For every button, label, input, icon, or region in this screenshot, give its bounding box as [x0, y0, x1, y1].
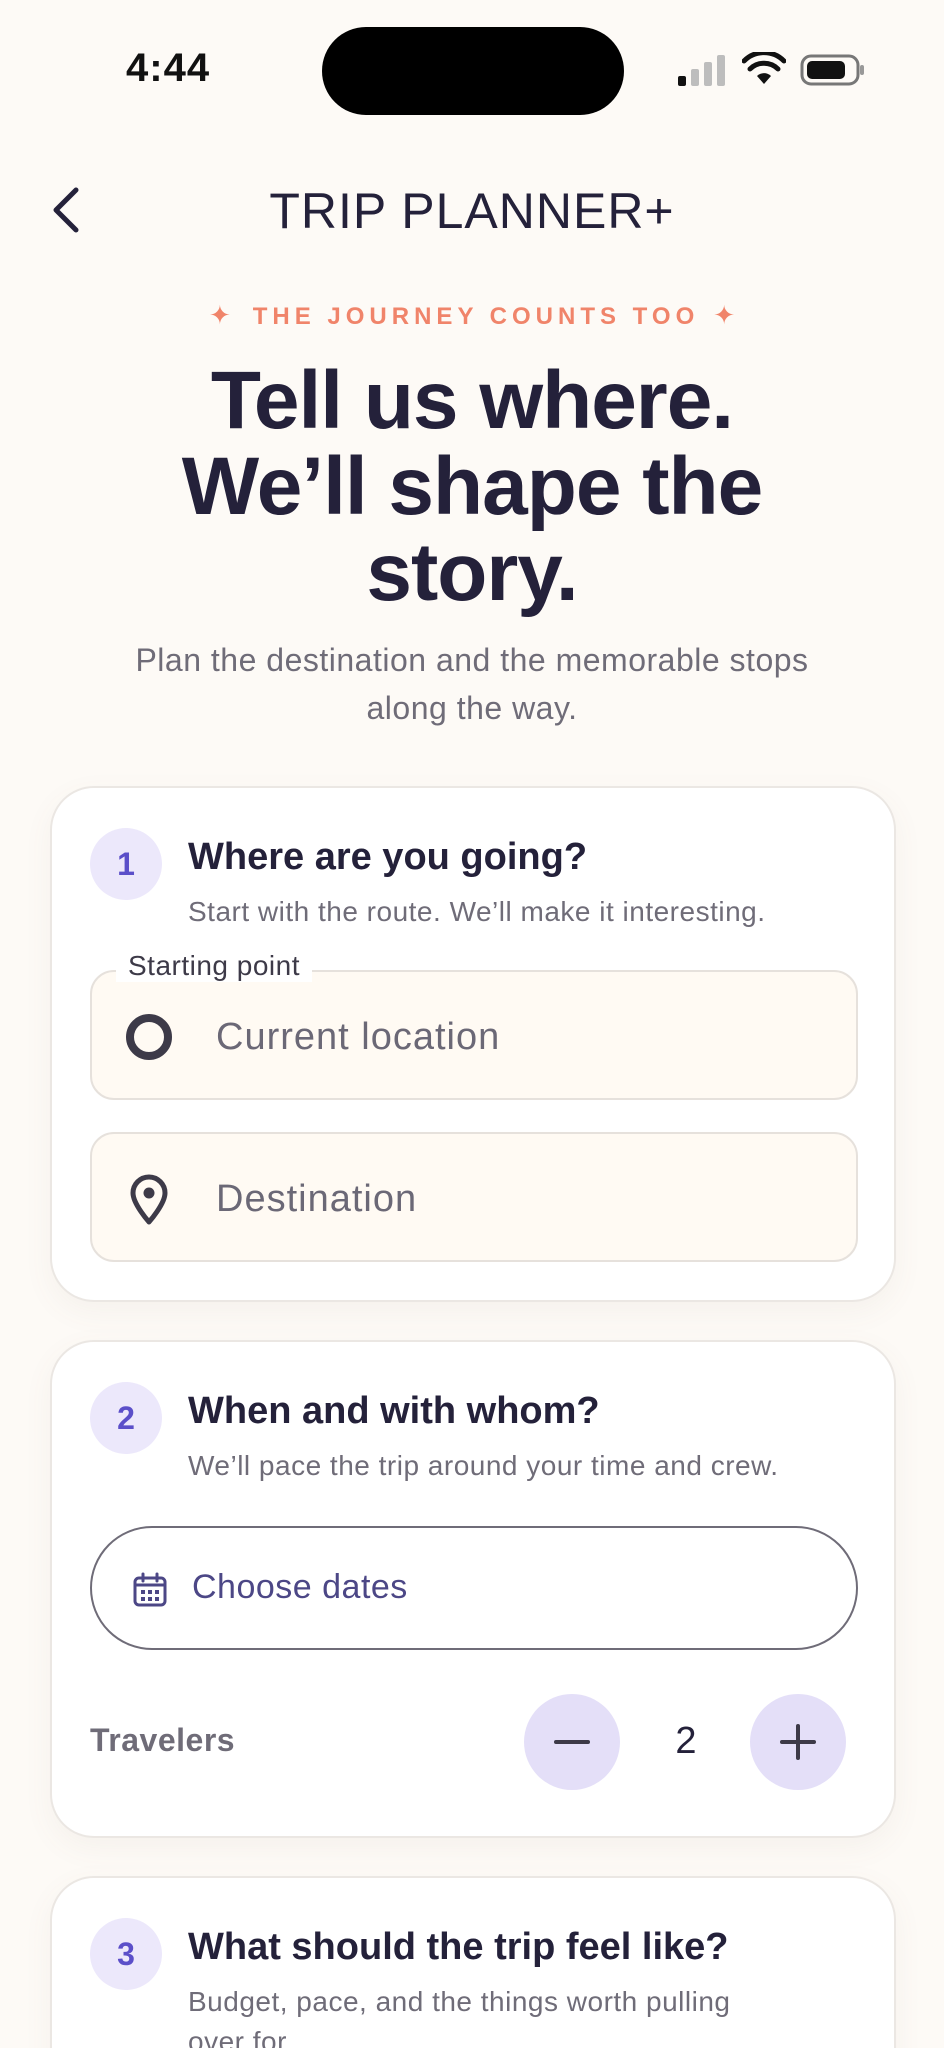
dynamic-island — [322, 27, 624, 115]
step-subtitle-line: over for. — [188, 2026, 294, 2048]
increment-travelers-button[interactable] — [750, 1694, 846, 1790]
choose-dates-button[interactable]: Choose dates — [90, 1526, 858, 1650]
minus-icon — [554, 1740, 590, 1744]
step-card-route: 1 Where are you going? Start with the ro… — [50, 786, 896, 1302]
travelers-count: 2 — [675, 1720, 697, 1762]
step-title: Where are you going? — [188, 836, 588, 878]
decrement-travelers-button[interactable] — [524, 1694, 620, 1790]
app-title: TRIP PLANNER+ — [269, 183, 675, 239]
choose-dates-label: Choose dates — [192, 1568, 408, 1606]
hero-subtitle-line: along the way. — [366, 690, 578, 726]
travelers-label: Travelers — [90, 1722, 236, 1758]
plus-icon — [780, 1724, 816, 1760]
status-time: 4:44 — [126, 46, 211, 90]
sparkle-icon: ✦ — [713, 300, 736, 330]
calendar-icon — [133, 1572, 167, 1607]
map-pin-icon — [130, 1174, 168, 1225]
step-card-dates: 2 When and with whom? We’ll pace the tri… — [50, 1340, 896, 1838]
step-number-badge: 2 — [90, 1382, 162, 1454]
destination-field[interactable] — [90, 1132, 858, 1262]
step-number-badge: 3 — [90, 1918, 162, 1990]
starting-point-label: Starting point — [116, 950, 312, 982]
battery-icon — [800, 54, 864, 86]
step-subtitle: We’ll pace the trip around your time and… — [188, 1450, 779, 1481]
step-subtitle-line: Budget, pace, and the things worth pulli… — [188, 1986, 731, 2017]
eyebrow-text: THE JOURNEY COUNTS TOO — [252, 303, 700, 330]
step-title: When and with whom? — [188, 1390, 600, 1432]
starting-point-input[interactable] — [216, 1002, 816, 1072]
step-subtitle: Budget, pace, and the things worth pulli… — [188, 1982, 730, 2048]
circle-origin-icon — [126, 1014, 172, 1060]
hero-title-line: story. — [366, 527, 578, 618]
hero-subtitle: Plan the destination and the memorable s… — [80, 636, 864, 732]
sparkle-icon: ✦ — [208, 300, 231, 330]
starting-point-field[interactable]: Starting point — [90, 950, 858, 1100]
hero-title: Tell us where. We’ll shape the story. — [60, 358, 884, 616]
destination-input[interactable] — [216, 1164, 816, 1234]
step-number-badge: 1 — [90, 828, 162, 900]
step-title: What should the trip feel like? — [188, 1926, 729, 1968]
status-bar: 4:44 — [0, 0, 944, 130]
eyebrow-tagline: ✦ THE JOURNEY COUNTS TOO ✦ — [0, 300, 944, 331]
hero-title-line: Tell us where. — [210, 355, 734, 446]
step-card-vibe: 3 What should the trip feel like? Budget… — [50, 1876, 896, 2048]
hero-title-line: We’ll shape the — [181, 441, 763, 532]
hero-subtitle-line: Plan the destination and the memorable s… — [135, 642, 809, 678]
signal-icon — [678, 55, 725, 86]
step-subtitle: Start with the route. We’ll make it inte… — [188, 896, 766, 927]
wifi-icon — [742, 52, 786, 84]
app-header: TRIP PLANNER+ — [0, 170, 944, 250]
